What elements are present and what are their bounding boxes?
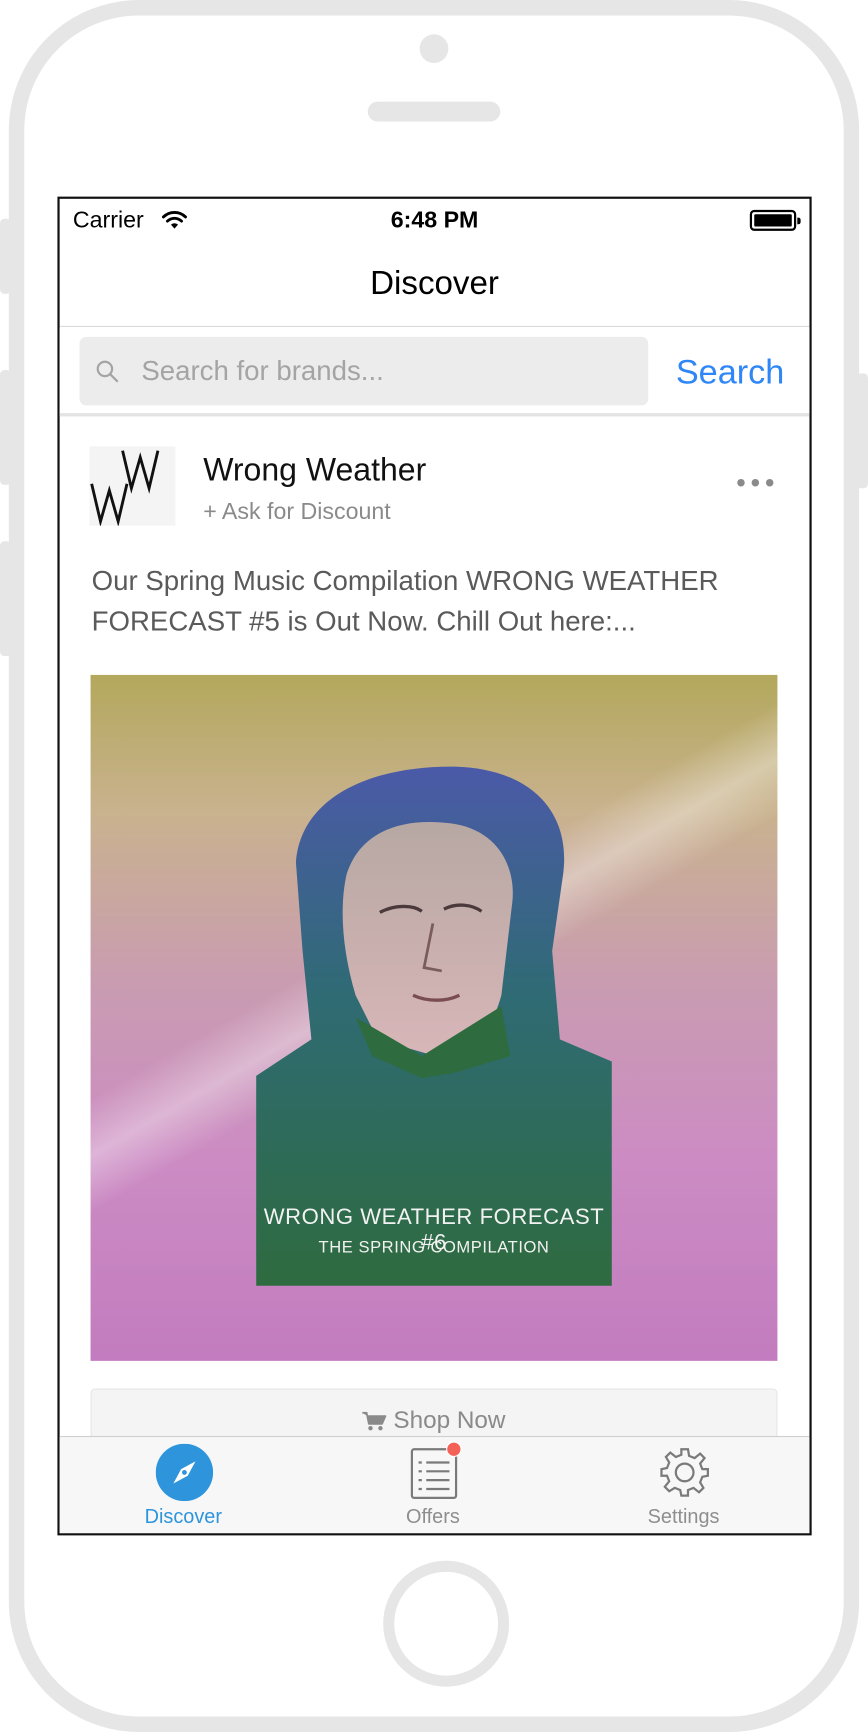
status-bar: Carrier 6:48 PM <box>60 199 810 243</box>
album-subtitle: THE SPRING COMPILATION <box>318 1238 550 1258</box>
search-field-container[interactable] <box>79 336 649 406</box>
tab-settings-label: Settings <box>647 1505 720 1528</box>
ask-discount-button[interactable]: + Ask for Discount <box>203 499 391 526</box>
search-bar: Search <box>59 328 810 417</box>
tab-offers[interactable]: Offers <box>322 1437 543 1533</box>
notification-badge <box>446 1441 462 1457</box>
cart-icon <box>362 1411 387 1431</box>
tab-discover-label: Discover <box>144 1505 222 1528</box>
brand-name[interactable]: Wrong Weather <box>203 453 426 489</box>
post-text: Our Spring Music Compilation WRONG WEATH… <box>91 565 719 638</box>
tab-bar: Discover Offers Settings <box>59 1435 810 1534</box>
tab-discover[interactable]: Discover <box>73 1437 294 1533</box>
app-screen: Carrier 6:48 PM Discover Search for bran… <box>57 196 812 1536</box>
home-button[interactable] <box>383 1560 510 1687</box>
more-options-icon[interactable] <box>735 477 775 488</box>
album-cover-figure <box>256 766 612 1286</box>
compass-icon <box>155 1443 214 1502</box>
shop-now-label: Shop Now <box>393 1406 506 1434</box>
speaker-grille <box>367 101 501 122</box>
gear-icon <box>660 1448 709 1497</box>
search-input[interactable] <box>141 336 639 406</box>
brand-logo <box>89 446 176 526</box>
tab-settings[interactable]: Settings <box>573 1437 794 1533</box>
device-mockup: Carrier 6:48 PM Discover Search for bran… <box>0 0 868 1732</box>
battery-icon <box>749 209 801 231</box>
post-image[interactable]: WRONG WEATHER FORECAST #6 THE SPRING COM… <box>90 674 778 1361</box>
shop-now-button[interactable]: Shop Now <box>90 1388 778 1436</box>
front-camera <box>419 34 449 63</box>
search-icon <box>96 360 119 383</box>
page-title: Discover <box>370 265 499 302</box>
navigation-bar: Discover <box>59 243 810 327</box>
discover-feed: Wrong Weather + Ask for Discount Our Spr… <box>60 420 810 1436</box>
search-button[interactable]: Search <box>676 352 784 392</box>
clock: 6:48 PM <box>390 207 479 234</box>
tab-offers-label: Offers <box>406 1505 460 1528</box>
